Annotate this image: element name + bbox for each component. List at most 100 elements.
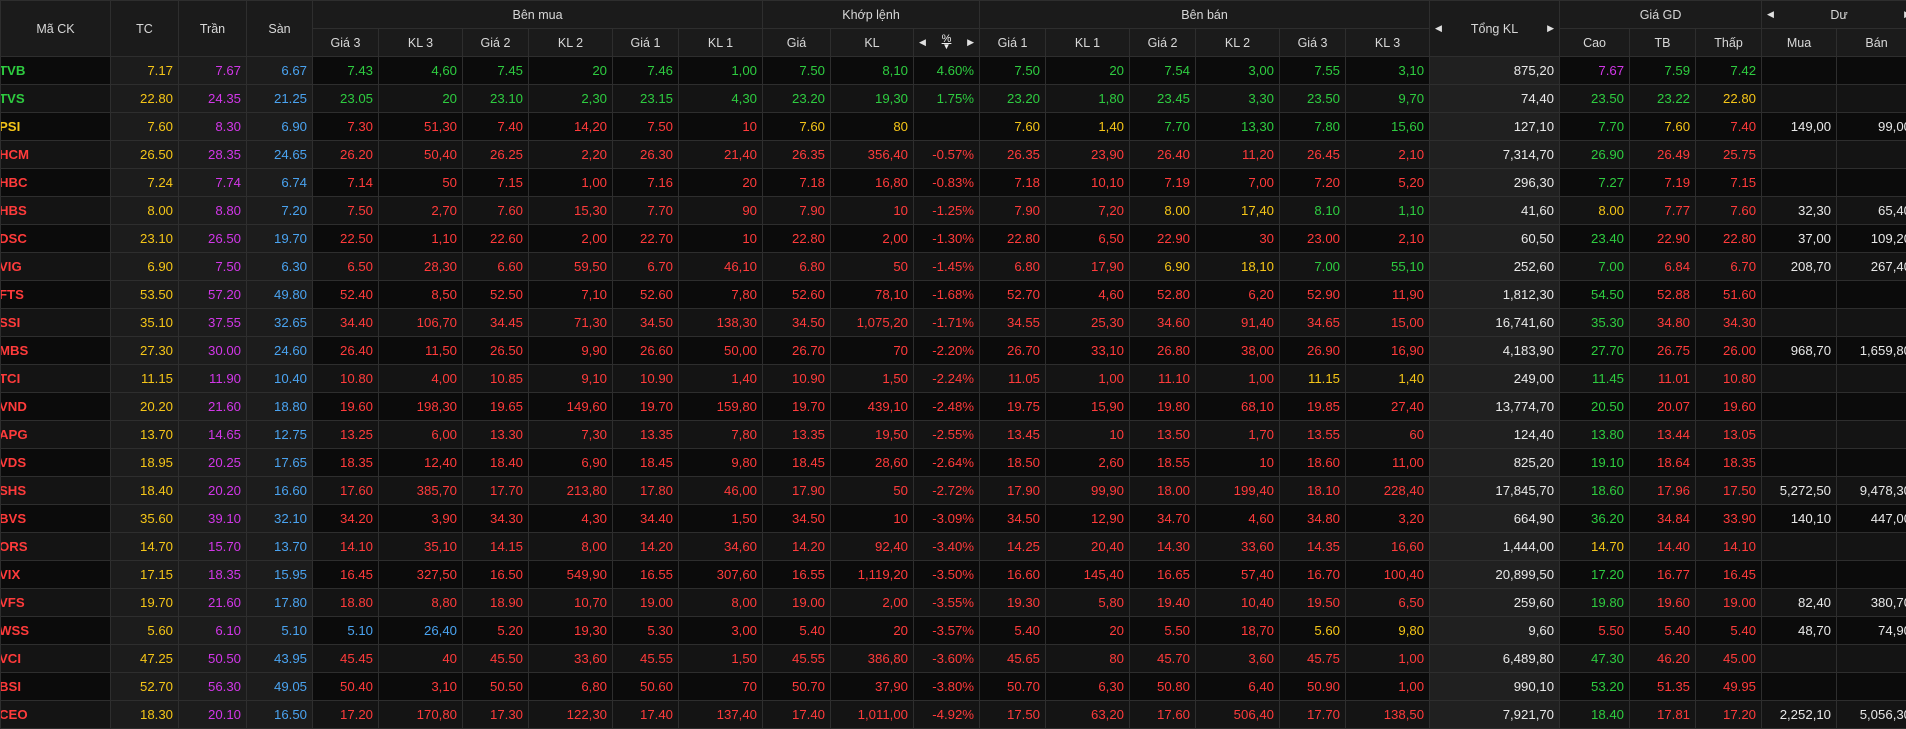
residual-sell (1837, 309, 1906, 337)
buy-price-3: 7.50 (313, 197, 379, 225)
sort-toggle[interactable]: % ▼ (942, 35, 952, 51)
stock-code[interactable]: VCI (1, 645, 111, 673)
table-row[interactable]: VIX17.1518.3515.9516.45327,5016.50549,90… (1, 561, 1906, 589)
stock-code[interactable]: CEO (1, 701, 111, 729)
header-buy-kl1[interactable]: KL 1 (679, 29, 763, 57)
header-san[interactable]: Sàn (247, 1, 313, 57)
table-row[interactable]: TVS22.8024.3521.2523.052023.102,3023.154… (1, 85, 1906, 113)
avg-price: 16.77 (1630, 561, 1696, 589)
stock-code[interactable]: HBC (1, 169, 111, 197)
buy-price-3: 26.20 (313, 141, 379, 169)
header-match-pct[interactable]: ◀ % ▼ ▶ (914, 29, 980, 57)
stock-code[interactable]: BSI (1, 673, 111, 701)
table-row[interactable]: WSS5.606.105.105.1026,405.2019,305.303,0… (1, 617, 1906, 645)
stock-code[interactable]: TCI (1, 365, 111, 393)
header-sell-gia1[interactable]: Giá 1 (980, 29, 1046, 57)
table-row[interactable]: BSI52.7056.3049.0550.403,1050.506,8050.6… (1, 673, 1906, 701)
table-row[interactable]: SSI35.1037.5532.6534.40106,7034.4571,303… (1, 309, 1906, 337)
header-match-kl[interactable]: KL (831, 29, 914, 57)
sell-price-2: 17.60 (1130, 701, 1196, 729)
buy-vol-2: 14,20 (529, 113, 613, 141)
table-row[interactable]: VCI47.2550.5043.9545.454045.5033,6045.55… (1, 645, 1906, 673)
table-row[interactable]: TCI11.1511.9010.4010.804,0010.859,1010.9… (1, 365, 1906, 393)
header-buy-kl2[interactable]: KL 2 (529, 29, 613, 57)
chevron-right-icon[interactable]: ▶ (1547, 23, 1554, 34)
header-match-gia[interactable]: Giá (763, 29, 831, 57)
match-price: 7.60 (763, 113, 831, 141)
sell-price-1: 11.05 (980, 365, 1046, 393)
stock-code[interactable]: PSI (1, 113, 111, 141)
stock-code[interactable]: HBS (1, 197, 111, 225)
header-code[interactable]: Mã CK (1, 1, 111, 57)
table-row[interactable]: BVS35.6039.1032.1034.203,9034.304,3034.4… (1, 505, 1906, 533)
stock-code[interactable]: SHS (1, 477, 111, 505)
stock-code[interactable]: VDS (1, 449, 111, 477)
header-buy-gia3[interactable]: Giá 3 (313, 29, 379, 57)
chevron-right-icon[interactable]: ▶ (967, 37, 974, 48)
header-tb[interactable]: TB (1630, 29, 1696, 57)
chevron-left-icon[interactable]: ◀ (919, 37, 926, 48)
table-row[interactable]: VFS19.7021.6017.8018.808,8018.9010,7019.… (1, 589, 1906, 617)
match-pct: -3.40% (914, 533, 980, 561)
table-row[interactable]: HBS8.008.807.207.502,707.6015,307.70907.… (1, 197, 1906, 225)
table-row[interactable]: VDS18.9520.2517.6518.3512,4018.406,9018.… (1, 449, 1906, 477)
residual-buy (1762, 57, 1837, 85)
stock-code[interactable]: DSC (1, 225, 111, 253)
sell-vol-2: 1,70 (1196, 421, 1280, 449)
header-du-mua[interactable]: Mua (1762, 29, 1837, 57)
table-row[interactable]: PSI7.608.306.907.3051,307.4014,207.50107… (1, 113, 1906, 141)
sell-vol-3: 15,60 (1346, 113, 1430, 141)
stock-code[interactable]: FTS (1, 281, 111, 309)
table-row[interactable]: SHS18.4020.2016.6017.60385,7017.70213,80… (1, 477, 1906, 505)
stock-code[interactable]: VIX (1, 561, 111, 589)
total-volume: 20,899,50 (1430, 561, 1560, 589)
chevron-left-icon[interactable]: ◀ (1435, 23, 1442, 34)
header-buy-gia1[interactable]: Giá 1 (613, 29, 679, 57)
table-row[interactable]: MBS27.3030.0024.6026.4011,5026.509,9026.… (1, 337, 1906, 365)
table-row[interactable]: TVB7.177.676.677.434,607.45207.461,007.5… (1, 57, 1906, 85)
buy-price-1: 5.30 (613, 617, 679, 645)
table-row[interactable]: DSC23.1026.5019.7022.501,1022.602,0022.7… (1, 225, 1906, 253)
header-du-ban[interactable]: Bán (1837, 29, 1906, 57)
table-row[interactable]: HCM26.5028.3524.6526.2050,4026.252,2026.… (1, 141, 1906, 169)
header-tran[interactable]: Trần (179, 1, 247, 57)
header-sell-gia2[interactable]: Giá 2 (1130, 29, 1196, 57)
stock-code[interactable]: HCM (1, 141, 111, 169)
table-row[interactable]: ORS14.7015.7013.7014.1035,1014.158,0014.… (1, 533, 1906, 561)
stock-code[interactable]: ORS (1, 533, 111, 561)
header-sell-kl1[interactable]: KL 1 (1046, 29, 1130, 57)
match-price: 26.35 (763, 141, 831, 169)
header-thap[interactable]: Thấp (1696, 29, 1762, 57)
header-buy-kl3[interactable]: KL 3 (379, 29, 463, 57)
stock-code[interactable]: WSS (1, 617, 111, 645)
table-row[interactable]: VIG6.907.506.306.5028,306.6059,506.7046,… (1, 253, 1906, 281)
stock-code[interactable]: SSI (1, 309, 111, 337)
buy-price-3: 34.20 (313, 505, 379, 533)
header-sell-kl2[interactable]: KL 2 (1196, 29, 1280, 57)
table-row[interactable]: HBC7.247.746.747.14507.151,007.16207.181… (1, 169, 1906, 197)
header-tc[interactable]: TC (111, 1, 179, 57)
buy-vol-2: 8,00 (529, 533, 613, 561)
header-sell-kl3[interactable]: KL 3 (1346, 29, 1430, 57)
match-vol: 386,80 (831, 645, 914, 673)
stock-code[interactable]: VIG (1, 253, 111, 281)
header-buy-gia2[interactable]: Giá 2 (463, 29, 529, 57)
residual-buy (1762, 169, 1837, 197)
low-price: 17.20 (1696, 701, 1762, 729)
stock-code[interactable]: MBS (1, 337, 111, 365)
stock-code[interactable]: BVS (1, 505, 111, 533)
header-tong-kl[interactable]: ◀ Tổng KL ▶ (1430, 1, 1560, 57)
table-row[interactable]: APG13.7014.6512.7513.256,0013.307,3013.3… (1, 421, 1906, 449)
table-row[interactable]: CEO18.3020.1016.5017.20170,8017.30122,30… (1, 701, 1906, 729)
stock-code[interactable]: TVB (1, 57, 111, 85)
header-sell-gia3[interactable]: Giá 3 (1280, 29, 1346, 57)
table-row[interactable]: VND20.2021.6018.8019.60198,3019.65149,60… (1, 393, 1906, 421)
table-row[interactable]: FTS53.5057.2049.8052.408,5052.507,1052.6… (1, 281, 1906, 309)
stock-code[interactable]: VND (1, 393, 111, 421)
stock-code[interactable]: TVS (1, 85, 111, 113)
stock-code[interactable]: APG (1, 421, 111, 449)
chevron-left-icon[interactable]: ◀ (1767, 9, 1774, 20)
sell-vol-2: 13,30 (1196, 113, 1280, 141)
stock-code[interactable]: VFS (1, 589, 111, 617)
header-cao[interactable]: Cao (1560, 29, 1630, 57)
